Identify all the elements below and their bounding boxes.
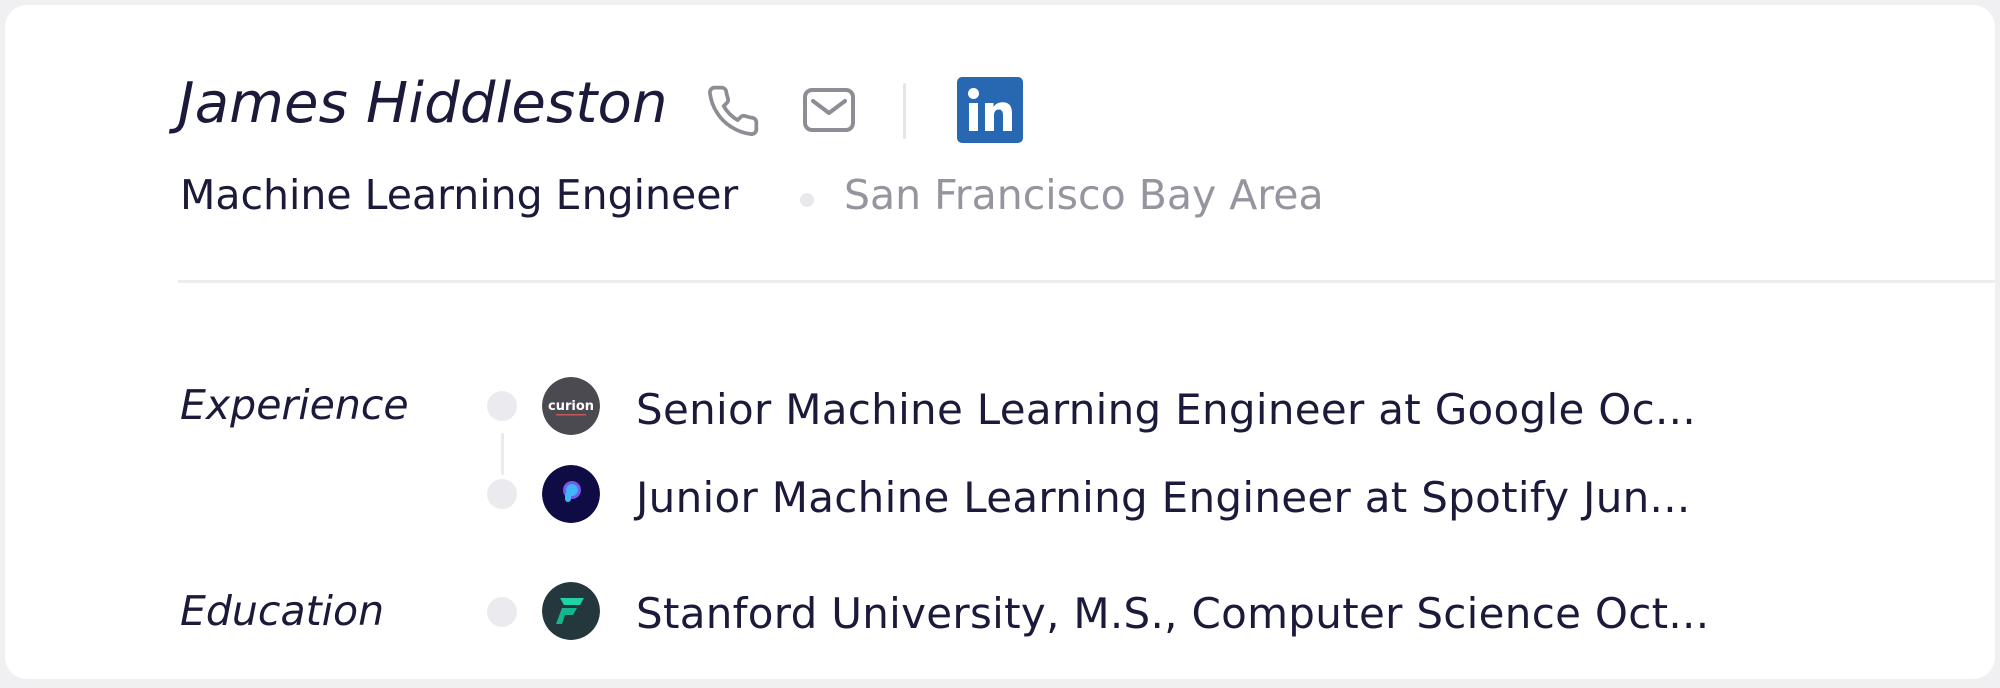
experience-label: Experience [180,381,409,429]
phone-icon[interactable] [705,83,761,139]
education-label: Education [180,587,385,635]
timeline-dot [487,391,517,421]
contact-divider [903,83,906,139]
experience-item[interactable]: Junior Machine Learning Engineer at Spot… [636,473,1691,522]
profile-card: James Hiddleston Machine Learning Engine… [5,5,1995,679]
spotify-logo [542,465,600,523]
education-item[interactable]: Stanford University, M.S., Computer Scie… [636,589,1709,638]
experience-item[interactable]: Senior Machine Learning Engineer at Goog… [636,385,1696,434]
separator-dot [800,193,814,207]
timeline-dot [487,479,517,509]
profile-name: James Hiddleston [178,71,668,136]
timeline-connector [501,433,504,475]
job-title: Machine Learning Engineer [180,171,739,219]
curion-logo: curion [542,377,600,435]
linkedin-icon[interactable] [957,77,1023,143]
stanford-logo [542,582,600,640]
svg-text:curion: curion [548,399,594,414]
timeline-dot [487,597,517,627]
mail-icon[interactable] [802,87,856,133]
section-divider [178,280,1995,283]
location: San Francisco Bay Area [844,171,1324,219]
